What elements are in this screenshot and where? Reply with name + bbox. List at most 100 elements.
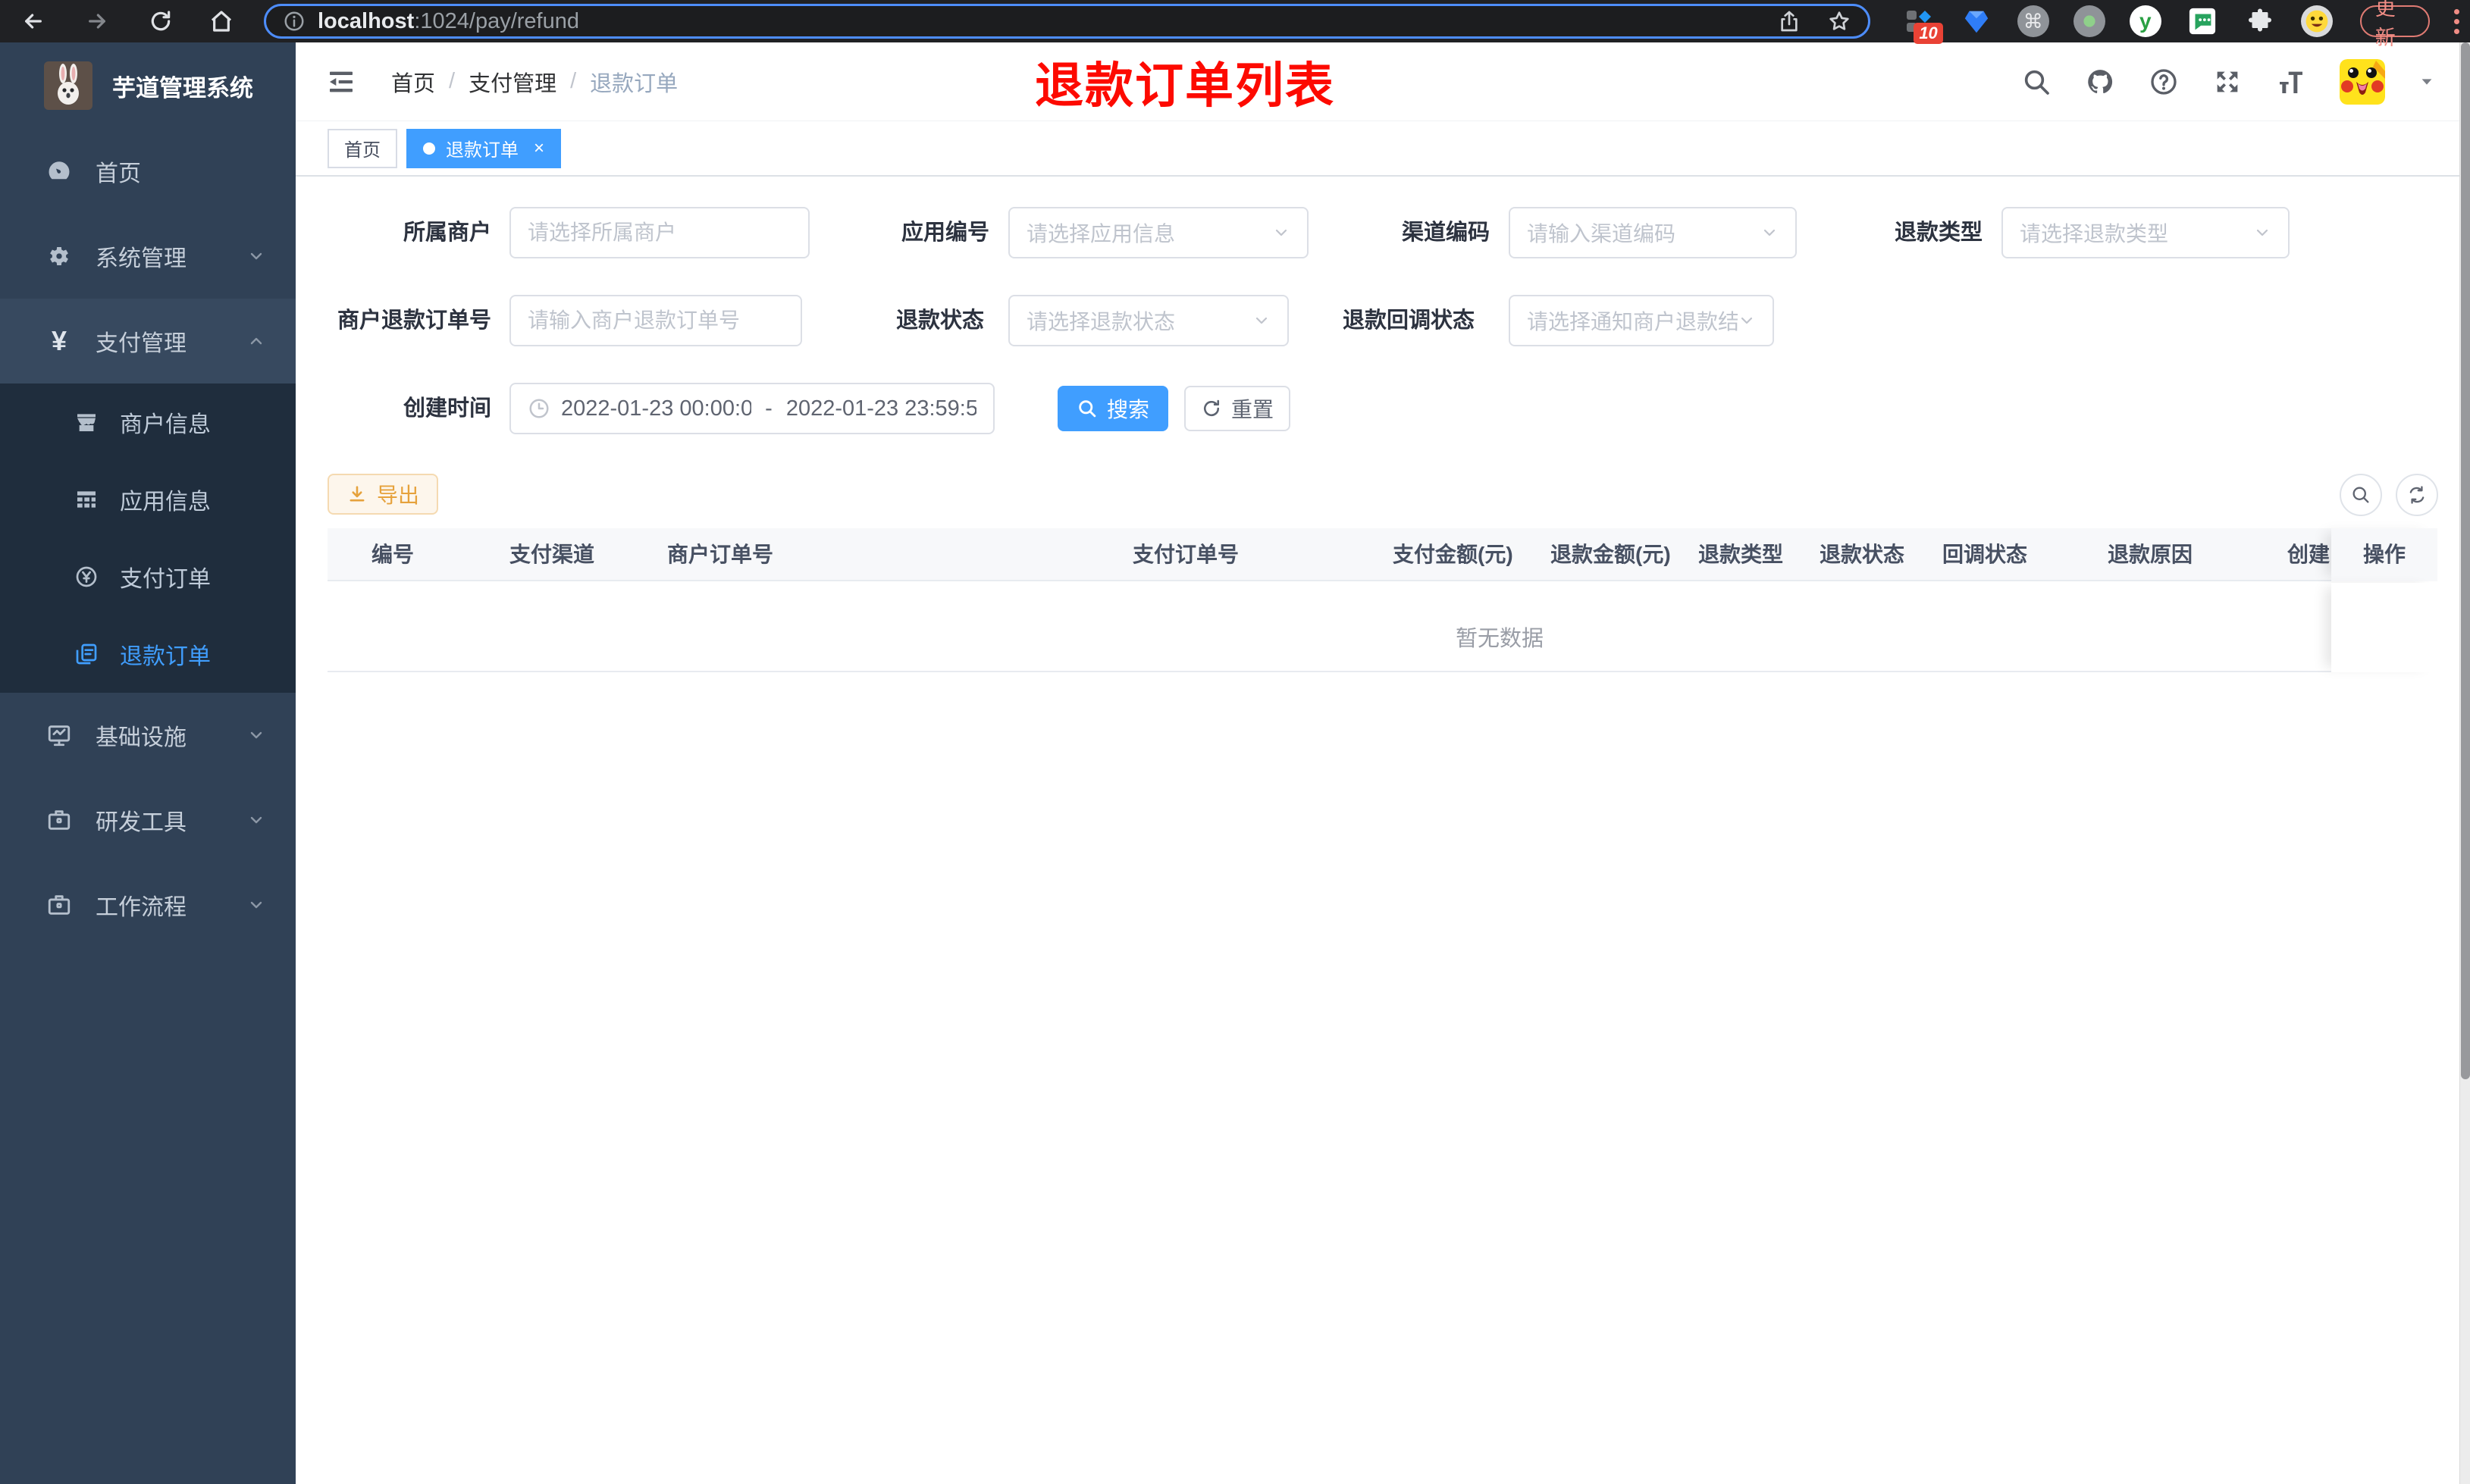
sidebar-item-label: 工作流程 — [96, 895, 187, 920]
active-dot — [423, 142, 435, 155]
search-button[interactable]: 搜索 — [1058, 386, 1168, 431]
bookmark-star-icon[interactable] — [1827, 9, 1851, 33]
extension-y-icon[interactable]: y — [2129, 5, 2161, 37]
reset-button[interactable]: 重置 — [1184, 386, 1290, 431]
dashboard-icon — [44, 158, 74, 184]
sidebar-item-workflow[interactable]: 工作流程 — [0, 863, 296, 947]
app-title: 芋道管理系统 — [112, 74, 253, 102]
payment-submenu: 商户信息 应用信息 支付订单 退款订单 — [0, 384, 296, 693]
breadcrumb-home[interactable]: 首页 — [391, 66, 435, 98]
extension-chat-icon[interactable] — [2186, 5, 2219, 38]
clock-icon — [528, 397, 550, 420]
gear-icon — [44, 243, 74, 269]
export-button[interactable]: 导出 — [328, 474, 438, 515]
chevron-down-icon — [1252, 312, 1271, 330]
sidebar-item-merchant-info[interactable]: 商户信息 — [0, 384, 296, 461]
scrollbar-thumb[interactable] — [2461, 42, 2470, 1079]
column-header[interactable]: 商户订单号 — [667, 528, 773, 581]
chevron-down-icon — [247, 896, 265, 914]
sidebar-collapse-icon[interactable] — [326, 67, 356, 97]
breadcrumb-section[interactable]: 支付管理 — [469, 66, 556, 98]
column-header[interactable]: 回调状态 — [1942, 528, 2027, 581]
notify-status-select-placeholder: 请选择通知商户退款结果的 — [1527, 310, 1738, 333]
site-info-icon[interactable] — [283, 10, 306, 33]
end-date-value[interactable]: 2022-01-23 23:59:59 — [786, 396, 976, 421]
column-header[interactable]: 编号 — [371, 528, 414, 581]
browser-forward-icon[interactable] — [80, 5, 114, 38]
extension-tampermonkey-icon[interactable]: 10 — [1902, 5, 1943, 44]
merchant-input[interactable] — [509, 207, 810, 258]
chevron-down-icon — [1738, 312, 1756, 330]
sidebar-item-label: 支付管理 — [96, 331, 187, 356]
date-range-separator: - — [765, 396, 773, 421]
chevron-down-icon — [247, 726, 265, 744]
sidebar-item-label: 退款订单 — [120, 644, 211, 669]
app-select[interactable]: 请选择应用信息 — [1008, 207, 1309, 258]
avatar-caret-icon[interactable] — [2418, 74, 2435, 90]
column-header[interactable]: 支付金额(元) — [1393, 528, 1513, 581]
app-header: 首页 / 支付管理 / 退款订单 退款订单列表 — [296, 42, 2470, 121]
column-header[interactable]: 退款状态 — [1820, 528, 1904, 581]
browser-back-icon[interactable] — [17, 5, 50, 38]
filter-label-channel: 渠道编码 — [1401, 221, 1490, 245]
extensions-puzzle-icon[interactable] — [2243, 5, 2277, 38]
address-bar[interactable]: localhost:1024/pay/refund — [264, 4, 1870, 39]
tag-home[interactable]: 首页 — [328, 128, 397, 168]
create-time-range-picker[interactable]: 2022-01-23 00:00:00 - 2022-01-23 23:59:5… — [509, 383, 995, 434]
fullscreen-icon[interactable] — [2212, 67, 2243, 97]
sidebar-item-system[interactable]: 系统管理 — [0, 214, 296, 299]
close-icon[interactable]: × — [534, 138, 544, 159]
column-header-actions[interactable]: 操作 — [2331, 528, 2437, 581]
column-header[interactable]: 支付订单号 — [1133, 528, 1239, 581]
column-header[interactable]: 创建时间 — [2287, 528, 2330, 581]
github-icon[interactable] — [2085, 67, 2115, 97]
refund-status-select[interactable]: 请选择退款状态 — [1008, 295, 1289, 346]
merchant-input-field[interactable] — [528, 221, 791, 245]
column-header[interactable]: 退款类型 — [1698, 528, 1783, 581]
sidebar-logo-row[interactable]: 芋道管理系统 — [0, 42, 296, 129]
column-header[interactable]: 退款原因 — [2108, 528, 2193, 581]
profile-avatar-icon[interactable] — [2300, 5, 2333, 37]
table-header-row: 编号 支付渠道 商户订单号 支付订单号 支付金额(元) 退款金额(元) 退款类型… — [328, 528, 2437, 581]
page-scrollbar[interactable] — [2459, 42, 2470, 1484]
start-date-value[interactable]: 2022-01-23 00:00:00 — [561, 396, 751, 421]
extension-gem-icon[interactable] — [1960, 5, 1993, 38]
sidebar-item-app-info[interactable]: 应用信息 — [0, 461, 296, 538]
refund-type-select[interactable]: 请选择退款类型 — [2001, 207, 2290, 258]
search-icon[interactable] — [2021, 67, 2052, 97]
column-header[interactable]: 支付渠道 — [509, 528, 594, 581]
sidebar-item-infra[interactable]: 基础设施 — [0, 693, 296, 778]
sidebar-item-dev-tools[interactable]: 研发工具 — [0, 778, 296, 863]
merchant-refund-no-input[interactable] — [509, 295, 802, 346]
share-icon[interactable] — [1777, 9, 1801, 33]
browser-update-button[interactable]: 更新 — [2359, 0, 2430, 49]
breadcrumb-separator: / — [449, 69, 456, 93]
user-avatar[interactable] — [2340, 58, 2385, 105]
browser-menu-icon[interactable] — [2443, 8, 2470, 34]
show-search-toggle-button[interactable] — [2340, 474, 2382, 516]
sidebar-item-refund-order[interactable]: 退款订单 — [0, 615, 296, 693]
merchant-refund-no-field[interactable] — [528, 308, 784, 333]
help-icon[interactable] — [2149, 67, 2179, 97]
tags-view-bar: 首页 退款订单 × — [296, 121, 2470, 177]
url-text[interactable]: localhost:1024/pay/refund — [318, 9, 579, 34]
sidebar-item-payment[interactable]: ¥ 支付管理 — [0, 299, 296, 384]
tag-refund-order[interactable]: 退款订单 × — [406, 128, 562, 168]
browser-toolbar: localhost:1024/pay/refund 10 ⌘ y 更新 — [0, 0, 2470, 49]
browser-reload-icon[interactable] — [144, 5, 177, 38]
sidebar-item-home[interactable]: 首页 — [0, 129, 296, 214]
sidebar-item-pay-order[interactable]: 支付订单 — [0, 538, 296, 615]
sidebar-item-label: 应用信息 — [120, 490, 211, 515]
refresh-table-button[interactable] — [2396, 474, 2438, 516]
refund-type-select-placeholder: 请选择退款类型 — [2020, 222, 2169, 246]
sidebar: 芋道管理系统 首页 系统管理 ¥ 支付管理 商户信息 应用信息 支付订单 退款订… — [0, 42, 296, 1484]
notify-status-select[interactable]: 请选择通知商户退款结果的 — [1509, 295, 1774, 346]
extension-dot-icon[interactable] — [2073, 5, 2105, 37]
channel-select[interactable]: 请输入渠道编码 — [1509, 207, 1797, 258]
url-path: :1024/pay/refund — [414, 8, 579, 33]
browser-home-icon[interactable] — [205, 5, 238, 38]
column-header[interactable]: 退款金额(元) — [1550, 528, 1671, 581]
font-size-icon[interactable] — [2276, 67, 2306, 97]
extension-command-icon[interactable]: ⌘ — [2017, 5, 2049, 37]
breadcrumb-separator: / — [570, 69, 577, 93]
